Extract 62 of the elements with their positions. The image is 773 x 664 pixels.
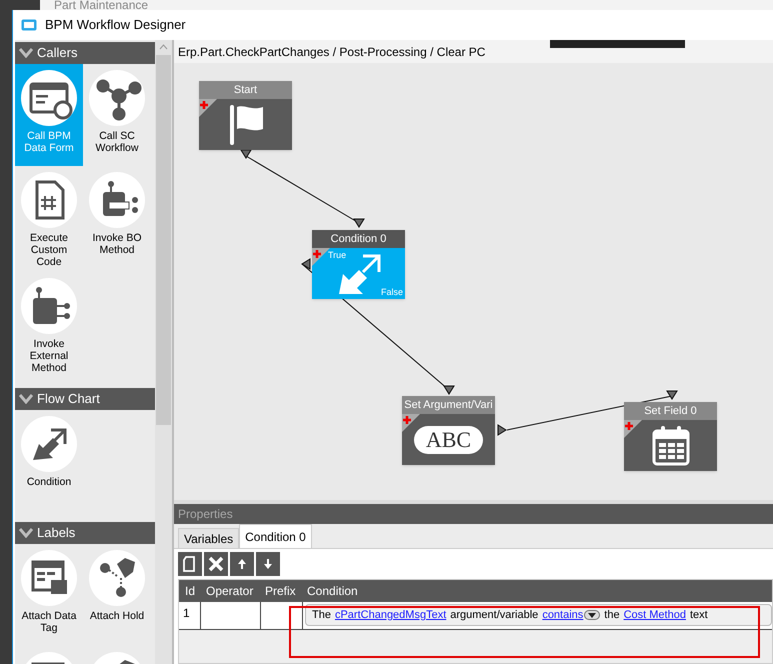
splitter-handle[interactable] — [550, 40, 685, 48]
condition-text: argument/variable — [450, 608, 538, 623]
window-app-icon — [21, 19, 37, 31]
node-title: Condition 0 — [312, 230, 405, 248]
condition-link[interactable]: Cost Method — [624, 606, 686, 624]
properties-tab[interactable]: Condition 0 — [239, 524, 312, 548]
workflow-breadcrumb: Erp.Part.CheckPartChanges / Post-Processing / Clear PC — [178, 44, 486, 60]
palette-item[interactable]: Attach Hold — [83, 544, 151, 646]
column-header: Operator — [205, 583, 254, 600]
workflow-node[interactable]: Set Argument/Vari ABC — [402, 396, 495, 465]
window-title: BPM Workflow Designer — [45, 16, 186, 34]
palette-item[interactable]: Condition — [15, 410, 83, 512]
scrollbar-thumb[interactable] — [156, 55, 171, 425]
node-title: Set Field 0 — [624, 402, 717, 420]
close-icon — [206, 554, 226, 574]
workflow-node[interactable]: Set Field 0 — [624, 402, 717, 471]
palette-item[interactable]: Invoke BO Method — [83, 166, 151, 272]
table-cell: 1 — [179, 602, 201, 629]
palette-item[interactable]: Invoke External Method — [15, 272, 83, 378]
palette-item[interactable]: Attach Data Tag — [15, 544, 83, 646]
section-title: Callers — [37, 44, 78, 62]
abc-icon: ABC — [414, 426, 484, 454]
new-button[interactable] — [178, 552, 202, 576]
column-header: Condition — [306, 583, 358, 600]
delete-button[interactable] — [204, 552, 228, 576]
down-button[interactable] — [256, 552, 280, 576]
node-title: Set Argument/Vari — [402, 396, 495, 414]
column-header: Prefix — [264, 583, 297, 600]
condition-link[interactable]: contains — [542, 606, 584, 624]
node-title: Start — [199, 81, 292, 99]
section-header[interactable]: Labels — [15, 522, 155, 544]
palette-item[interactable]: Call SC Workflow — [83, 64, 151, 166]
chevron-down-icon — [19, 394, 33, 404]
palette-scrollbar[interactable] — [155, 40, 172, 664]
condition-text: text — [690, 608, 708, 623]
chevron-down-icon — [19, 528, 33, 538]
section-title: Flow Chart — [37, 390, 100, 408]
condition-text: the — [604, 608, 620, 623]
corner-plus-icon — [624, 420, 644, 440]
workflow-node[interactable]: Start — [199, 81, 292, 150]
condition-expression-field[interactable]: The cPartChangedMsgText argument/variable contains the Cost Method text — [305, 604, 772, 626]
palette-item[interactable]: Execute Custom Code — [15, 166, 83, 272]
panel-header: Properties — [174, 504, 773, 524]
background-window-title: Part Maintenance — [54, 0, 148, 11]
corner-plus-icon — [402, 414, 422, 434]
false-label: False — [380, 286, 403, 298]
true-label: True — [328, 249, 346, 262]
dropdown-button[interactable] — [584, 610, 600, 620]
column-header: Id — [184, 583, 196, 600]
section-header[interactable]: Callers — [15, 42, 155, 64]
calendar-icon — [650, 424, 690, 466]
workflow-node[interactable]: Condition 0 True False — [312, 230, 405, 299]
properties-tab[interactable]: Variables — [178, 528, 240, 548]
scroll-up-icon — [159, 44, 168, 50]
corner-plus-icon — [199, 99, 219, 119]
up-button[interactable] — [230, 552, 254, 576]
condition-text: The — [312, 608, 331, 623]
section-title: Labels — [37, 524, 76, 542]
condition-link[interactable]: cPartChangedMsgText — [334, 606, 446, 624]
caret-icon — [588, 612, 596, 618]
section-header[interactable]: Flow Chart — [15, 388, 155, 410]
chevron-down-icon — [19, 48, 33, 58]
